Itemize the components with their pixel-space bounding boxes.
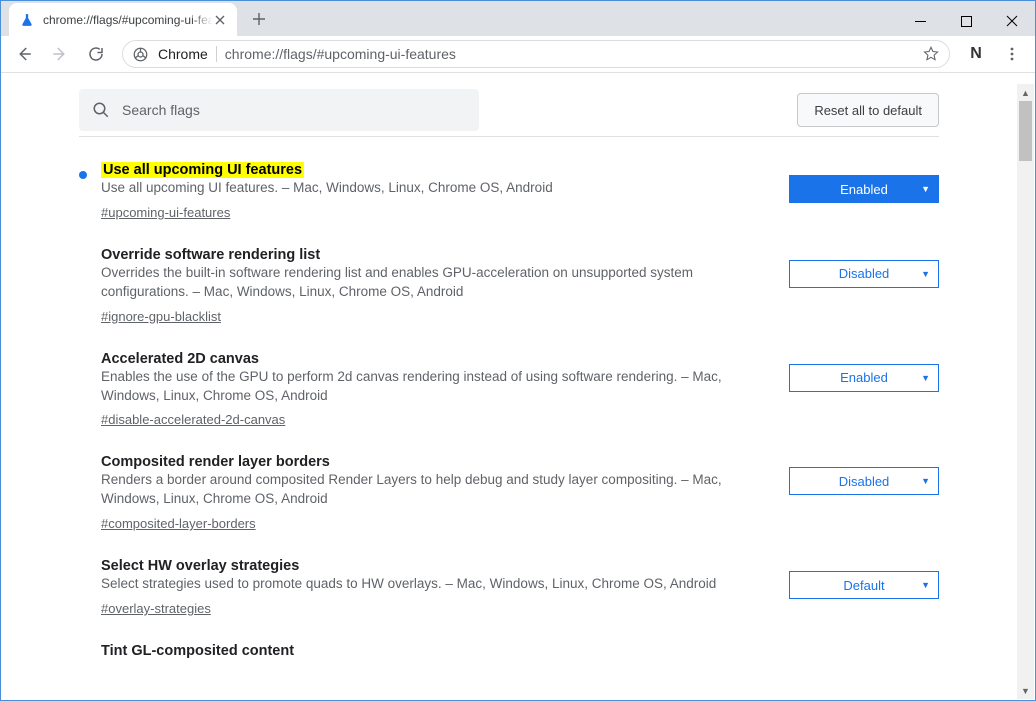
browser-toolbar: Chrome chrome://flags/#upcoming-ui-featu… [1, 36, 1035, 73]
flag-description: Select strategies used to promote quads … [101, 575, 765, 594]
flag-select-value: Enabled [840, 370, 888, 385]
modified-dot [79, 557, 101, 618]
url-text: chrome://flags/#upcoming-ui-features [225, 46, 456, 62]
flag-control: Enabled ▼ [789, 350, 939, 430]
flag-row: Use all upcoming UI featuresUse all upco… [79, 137, 939, 222]
extension-icon[interactable]: N [960, 39, 992, 69]
flask-icon [19, 12, 35, 28]
scroll-down-icon[interactable]: ▼ [1017, 682, 1034, 699]
vertical-scrollbar[interactable]: ▲ ▼ [1017, 84, 1034, 699]
flag-description: Enables the use of the GPU to perform 2d… [101, 368, 765, 406]
flag-row: Composited render layer bordersRenders a… [79, 429, 939, 533]
modified-dot [79, 642, 101, 660]
flag-control: Enabled ▼ [789, 161, 939, 222]
menu-button[interactable] [996, 39, 1028, 69]
back-button[interactable] [8, 39, 40, 69]
flag-title: Override software rendering list [101, 247, 320, 263]
flag-row: Tint GL-composited content [79, 618, 939, 660]
close-icon[interactable] [213, 13, 227, 27]
flag-anchor-link[interactable]: #upcoming-ui-features [101, 205, 230, 220]
chevron-down-icon: ▼ [921, 476, 930, 486]
omnibox-separator [216, 46, 217, 62]
flag-control: Disabled ▼ [789, 246, 939, 326]
flag-select-value: Default [843, 578, 884, 593]
flag-title: Composited render layer borders [101, 454, 330, 470]
tab-title: chrome://flags/#upcoming-ui-features [43, 13, 213, 27]
flag-select[interactable]: Enabled ▼ [789, 175, 939, 203]
flag-anchor-link[interactable]: #disable-accelerated-2d-canvas [101, 412, 285, 427]
flag-body: Override software rendering listOverride… [101, 246, 789, 326]
reload-button[interactable] [80, 39, 112, 69]
scroll-up-icon[interactable]: ▲ [1017, 84, 1034, 101]
flag-row: Select HW overlay strategiesSelect strat… [79, 533, 939, 618]
flag-select-value: Disabled [839, 266, 890, 281]
browser-tab[interactable]: chrome://flags/#upcoming-ui-features [9, 3, 237, 36]
flag-control: Disabled ▼ [789, 453, 939, 533]
flag-row: Override software rendering listOverride… [79, 222, 939, 326]
chrome-scheme-icon [133, 47, 148, 62]
flag-anchor-link[interactable]: #ignore-gpu-blacklist [101, 309, 221, 324]
flag-title: Select HW overlay strategies [101, 558, 299, 574]
extension-letter: N [970, 45, 982, 63]
window-controls [897, 1, 1035, 41]
flag-body: Tint GL-composited content [101, 642, 789, 660]
flag-title: Tint GL-composited content [101, 643, 294, 659]
flags-list: Use all upcoming UI featuresUse all upco… [79, 137, 939, 660]
flag-select-value: Enabled [840, 182, 888, 197]
search-input[interactable]: Search flags [79, 89, 479, 131]
flag-select[interactable]: Disabled ▼ [789, 467, 939, 495]
minimize-button[interactable] [897, 1, 943, 41]
flag-anchor-link[interactable]: #composited-layer-borders [101, 516, 256, 531]
bookmark-star-icon[interactable] [923, 46, 939, 62]
flag-control [789, 642, 939, 660]
flag-select-value: Disabled [839, 474, 890, 489]
search-placeholder: Search flags [122, 102, 200, 118]
flag-body: Accelerated 2D canvasEnables the use of … [101, 350, 789, 430]
reset-all-button[interactable]: Reset all to default [797, 93, 939, 127]
flag-select[interactable]: Disabled ▼ [789, 260, 939, 288]
flag-select[interactable]: Default ▼ [789, 571, 939, 599]
modified-dot [79, 453, 101, 533]
new-tab-button[interactable] [245, 5, 273, 33]
scroll-thumb[interactable] [1019, 101, 1032, 161]
flag-body: Composited render layer bordersRenders a… [101, 453, 789, 533]
flag-description: Use all upcoming UI features. – Mac, Win… [101, 179, 765, 198]
flag-title: Use all upcoming UI features [101, 162, 304, 178]
chevron-down-icon: ▼ [921, 373, 930, 383]
flag-row: Accelerated 2D canvasEnables the use of … [79, 326, 939, 430]
modified-dot [79, 161, 101, 222]
modified-dot [79, 246, 101, 326]
url-scheme-label: Chrome [158, 46, 208, 62]
flags-header: Search flags Reset all to default [79, 84, 939, 137]
flag-anchor-link[interactable]: #overlay-strategies [101, 601, 211, 616]
close-window-button[interactable] [989, 1, 1035, 41]
flag-select[interactable]: Enabled ▼ [789, 364, 939, 392]
flag-title: Accelerated 2D canvas [101, 351, 259, 367]
flag-description: Renders a border around composited Rende… [101, 471, 765, 509]
reset-all-label: Reset all to default [814, 103, 922, 118]
scroll-track[interactable] [1017, 101, 1034, 682]
page-viewport: Search flags Reset all to default Use al… [2, 84, 1034, 699]
chevron-down-icon: ▼ [921, 269, 930, 279]
address-bar[interactable]: Chrome chrome://flags/#upcoming-ui-featu… [122, 40, 950, 68]
chevron-down-icon: ▼ [921, 184, 930, 194]
flag-description: Overrides the built-in software renderin… [101, 264, 765, 302]
flag-control: Default ▼ [789, 557, 939, 618]
maximize-button[interactable] [943, 1, 989, 41]
flag-body: Use all upcoming UI featuresUse all upco… [101, 161, 789, 222]
flag-body: Select HW overlay strategiesSelect strat… [101, 557, 789, 618]
forward-button [44, 39, 76, 69]
chevron-down-icon: ▼ [921, 580, 930, 590]
tab-strip: chrome://flags/#upcoming-ui-features [1, 1, 1035, 36]
search-icon [92, 101, 110, 119]
modified-dot [79, 350, 101, 430]
